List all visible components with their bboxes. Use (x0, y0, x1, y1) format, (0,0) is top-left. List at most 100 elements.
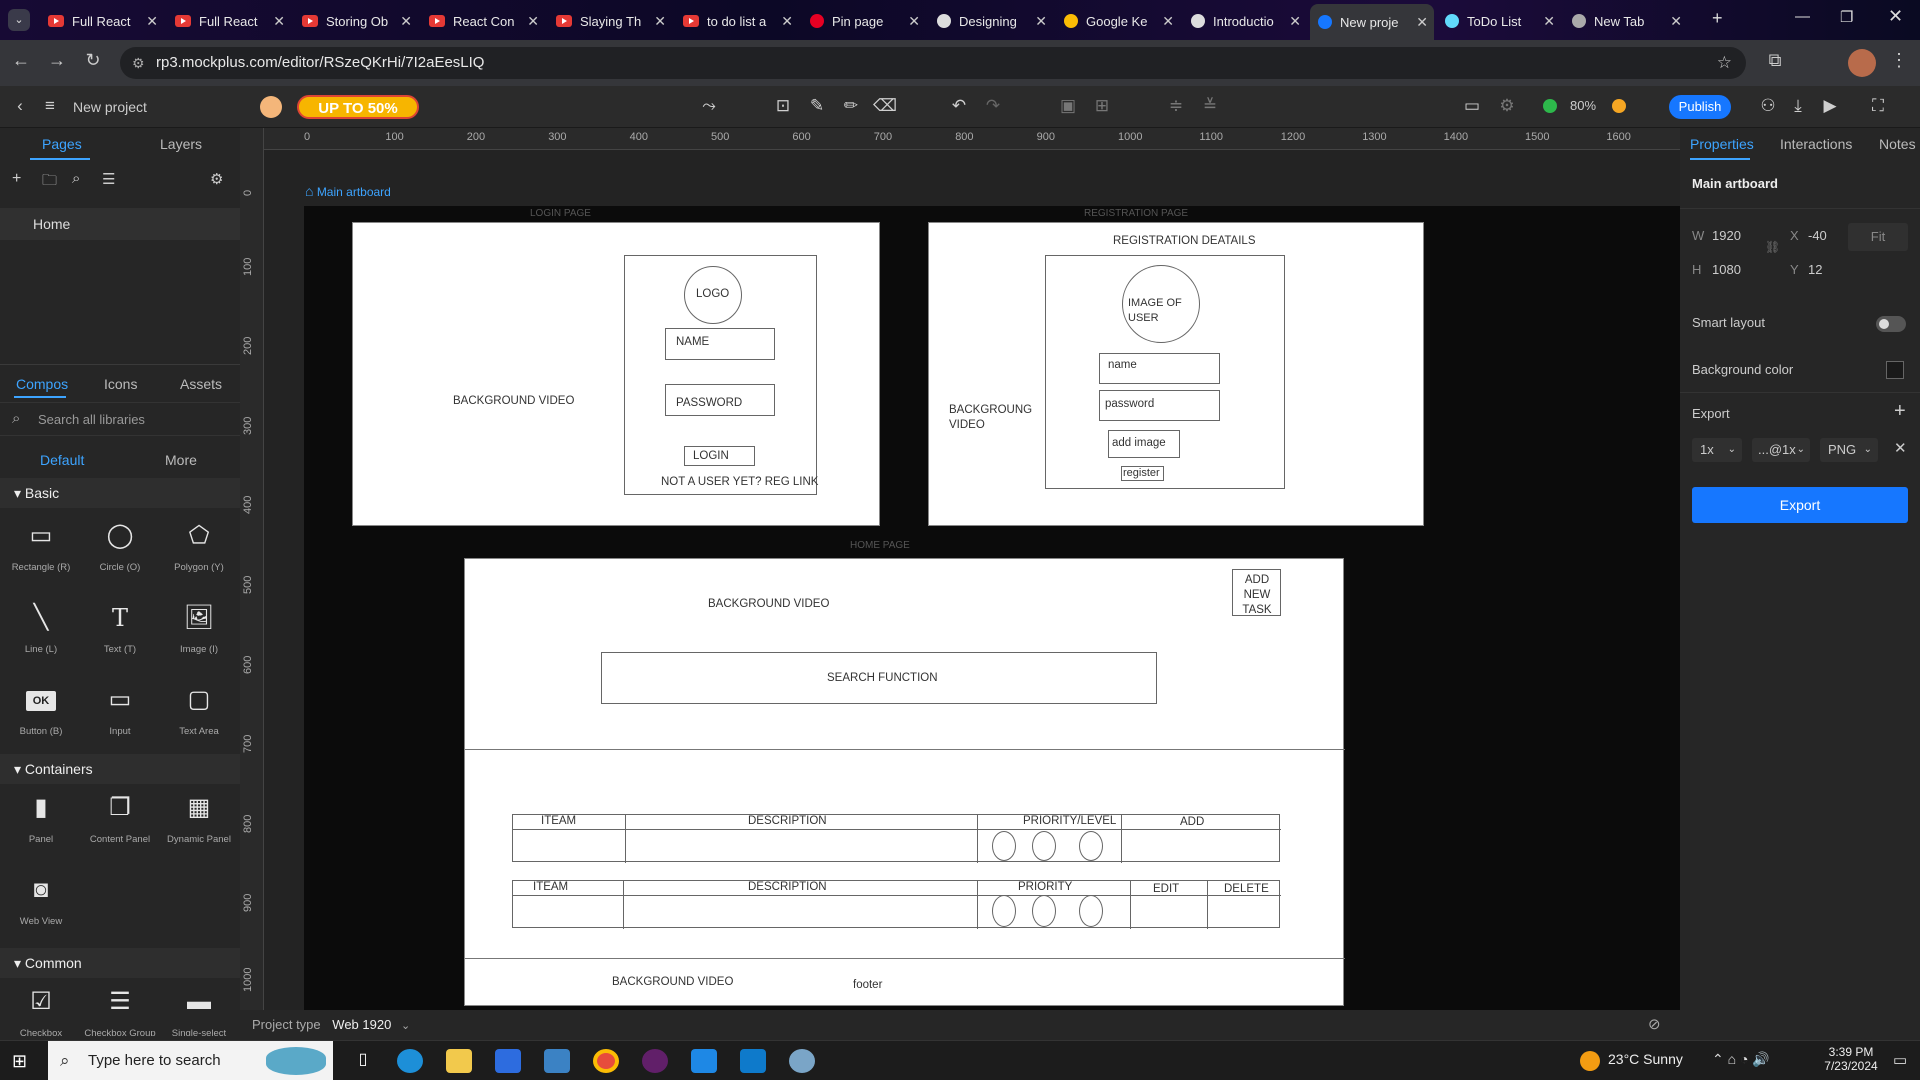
tab-notes[interactable]: Notes (1879, 136, 1916, 152)
add-image-button[interactable]: add image (1108, 430, 1180, 458)
compass-icon[interactable]: ⊘ (1648, 1010, 1661, 1040)
browser-tab[interactable]: New Tab ✕ (1564, 6, 1688, 36)
browser-tab[interactable]: Google Ke ✕ (1056, 6, 1180, 36)
browser-menu-icon[interactable]: ⋮ (1886, 50, 1912, 71)
redo-icon[interactable]: ↷ (981, 96, 1005, 116)
component-line[interactable]: ╲ Line (L) (2, 602, 80, 655)
component-button[interactable]: OK Button (B) (2, 684, 80, 737)
tab-pages[interactable]: Pages (42, 136, 82, 152)
close-tab-icon[interactable]: ✕ (1035, 13, 1047, 30)
distribute-icon[interactable]: ≚ (1198, 96, 1222, 116)
undo-icon[interactable]: ↶ (947, 96, 971, 116)
tab-default[interactable]: Default (40, 452, 84, 468)
task-view-icon[interactable]: ▯ (350, 1049, 376, 1073)
browser-tab[interactable]: Full React ✕ (40, 6, 164, 36)
download-icon[interactable]: ⤓ (1786, 96, 1810, 116)
edge-icon[interactable] (397, 1049, 423, 1073)
reg-name-field[interactable]: name (1099, 353, 1220, 384)
component-content-panel[interactable]: ❐ Content Panel (81, 792, 159, 845)
collaborators-icon[interactable]: ⚇ (1756, 96, 1780, 116)
device-preview-icon[interactable]: ▭ (1460, 96, 1484, 116)
chrome-icon[interactable] (593, 1049, 619, 1073)
browser-tab[interactable]: Introductio ✕ (1183, 6, 1307, 36)
section-containers[interactable]: ▾ Containers (0, 754, 240, 784)
profile-avatar[interactable] (1848, 49, 1876, 77)
close-tab-icon[interactable]: ✕ (781, 13, 793, 30)
artboard-tool-icon[interactable]: ⊡ (771, 96, 795, 116)
extensions-icon[interactable]: ⧉ (1762, 50, 1788, 71)
close-tab-icon[interactable]: ✕ (908, 13, 920, 30)
export-scale-select[interactable]: 1x ⌄ (1692, 438, 1742, 462)
file-explorer-icon[interactable] (446, 1049, 472, 1073)
registration-form-box[interactable]: IMAGE OF USER name password add image re… (1045, 255, 1285, 489)
tab-more[interactable]: More (165, 452, 197, 468)
url-input[interactable]: ⚙ rp3.mockplus.com/editor/RSzeQKrHi/7I2a… (120, 47, 1746, 79)
tab-properties[interactable]: Properties (1690, 136, 1754, 152)
tab-compos[interactable]: Compos (16, 376, 68, 392)
clock[interactable]: 3:39 PM 7/23/2024 (1816, 1045, 1886, 1073)
group-icon[interactable]: ▣ (1056, 96, 1080, 116)
forward-icon[interactable]: → (44, 50, 70, 71)
page-item-home[interactable]: Home (0, 208, 240, 240)
browser-tab[interactable]: Designing ✕ (929, 6, 1053, 36)
preview-play-icon[interactable]: ▶ (1818, 96, 1842, 116)
back-arrow-icon[interactable]: ‹ (8, 96, 32, 116)
component-rectangle[interactable]: ▭ Rectangle (R) (2, 520, 80, 573)
minimize-button[interactable]: — (1795, 8, 1810, 25)
priority-option[interactable] (1079, 831, 1103, 861)
priority-option[interactable] (1032, 831, 1056, 861)
add-new-task-button[interactable]: ADD NEW TASK (1232, 569, 1281, 616)
background-color-swatch[interactable] (1886, 361, 1904, 379)
system-tray-icons[interactable]: ⌃ ⌂ ◔ 🔊 (1712, 1051, 1770, 1068)
close-tab-icon[interactable]: ✕ (1543, 13, 1555, 30)
height-input[interactable]: 1080 (1712, 262, 1741, 277)
windows-start-icon[interactable]: ⊞ (12, 1051, 27, 1072)
component-textarea[interactable]: ▢ Text Area (160, 684, 238, 737)
password-field[interactable]: PASSWORD (665, 384, 775, 416)
reload-icon[interactable]: ↻ (80, 50, 106, 71)
ungroup-icon[interactable]: ⊞ (1090, 96, 1114, 116)
section-basic[interactable]: ▾ Basic (0, 478, 240, 508)
search-pages-icon[interactable]: ⌕ (72, 170, 80, 187)
component-dynamic-panel[interactable]: ▦ Dynamic Panel (160, 792, 238, 845)
register-button[interactable]: register (1121, 466, 1164, 481)
component-checkbox-group[interactable]: ☰ Checkbox Group (81, 986, 159, 1036)
tab-interactions[interactable]: Interactions (1780, 136, 1852, 152)
hamburger-menu-icon[interactable]: ≡ (38, 96, 62, 116)
delete-button[interactable]: DELETE (1224, 883, 1269, 895)
pen-tool-icon[interactable]: ✎ (805, 96, 829, 116)
slack-icon[interactable] (642, 1049, 668, 1073)
pencil-tool-icon[interactable]: ✏ (839, 96, 863, 116)
fullscreen-icon[interactable]: ⛶ (1866, 96, 1890, 116)
promo-badge[interactable]: UP TO 50% (297, 95, 419, 119)
component-panel[interactable]: ▮ Panel (2, 792, 80, 845)
restore-button[interactable]: ❐ (1840, 8, 1853, 26)
connector-tool-icon[interactable]: ⤳ (697, 96, 721, 116)
page-settings-icon[interactable]: ⚙ (210, 170, 223, 188)
fit-button[interactable]: Fit (1848, 223, 1908, 251)
export-suffix-select[interactable]: ...@1x ⌄ (1752, 438, 1810, 462)
name-field[interactable]: NAME (665, 328, 775, 360)
component-checkbox[interactable]: ☑ Checkbox (2, 986, 80, 1036)
edit-button[interactable]: EDIT (1153, 883, 1179, 895)
component-web-view[interactable]: ◙ Web View (2, 874, 80, 927)
login-button[interactable]: LOGIN (684, 446, 755, 466)
close-tab-icon[interactable]: ✕ (1162, 13, 1174, 30)
login-page-frame[interactable]: BACKGROUND VIDEO LOGO NAME PASSWORD LOGI… (352, 222, 880, 526)
store-icon[interactable] (495, 1049, 521, 1073)
width-input[interactable]: 1920 (1712, 228, 1741, 243)
export-button[interactable]: Export (1692, 487, 1908, 523)
back-icon[interactable]: ← (8, 50, 34, 71)
vscode-icon[interactable] (740, 1049, 766, 1073)
close-window-button[interactable]: ✕ (1888, 6, 1903, 27)
y-input[interactable]: 12 (1808, 262, 1822, 277)
component-single-select[interactable]: ▬ Single-select (160, 986, 238, 1036)
sort-list-icon[interactable]: ☰ (102, 170, 115, 188)
component-polygon[interactable]: ⬠ Polygon (Y) (160, 520, 238, 573)
priority-option[interactable] (1079, 895, 1103, 927)
settings-gear-icon[interactable]: ⚙ (1495, 96, 1519, 116)
new-tab-button[interactable]: + (1712, 8, 1723, 29)
register-link[interactable]: NOT A USER YET? REG LINK (661, 476, 818, 488)
add-folder-icon[interactable]: 🗀 (42, 170, 57, 195)
zoom-out-icon[interactable] (1543, 99, 1557, 113)
